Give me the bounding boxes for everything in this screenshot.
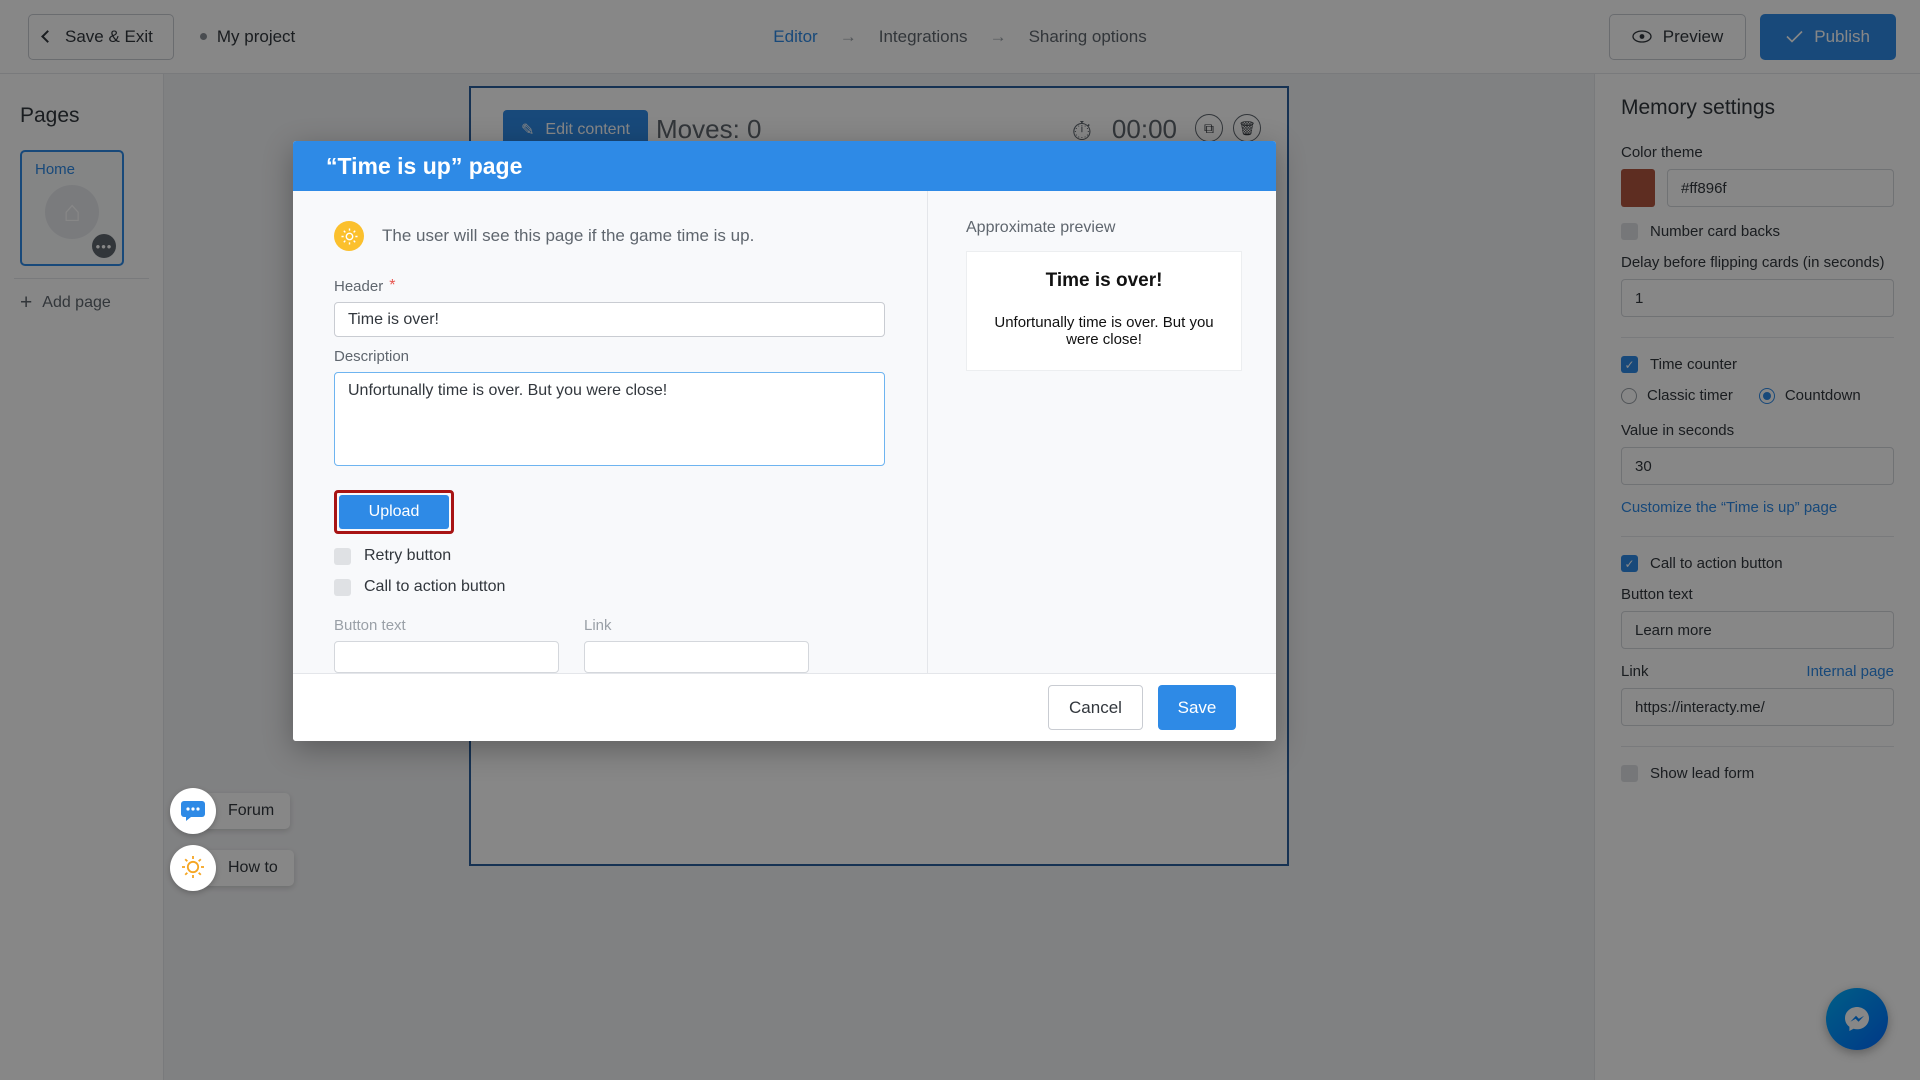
forum-icon (170, 788, 216, 834)
cancel-button[interactable]: Cancel (1048, 685, 1143, 731)
save-button[interactable]: Save (1158, 685, 1236, 731)
header-label-text: Header (334, 277, 384, 295)
button-text-field: Button text (334, 617, 559, 674)
description-textarea[interactable]: Unfortunally time is over. But you were … (334, 372, 885, 467)
modal-title: “Time is up” page (326, 152, 523, 179)
modal-header: “Time is up” page (293, 141, 1276, 192)
upload-button[interactable]: Upload (339, 495, 449, 530)
link-input[interactable] (584, 641, 809, 674)
cta-button-checkbox[interactable] (334, 578, 351, 596)
header-field-label: Header * (334, 277, 881, 295)
modal-form-column: The user will see this page if the game … (293, 191, 927, 674)
upload-highlight-box: Upload (334, 490, 454, 535)
cta-fields-row: Button text Link (334, 617, 881, 674)
description-label-text: Description (334, 348, 410, 366)
link-field: Link (584, 617, 809, 674)
approximate-preview-label: Approximate preview (966, 219, 1116, 237)
header-input[interactable] (334, 302, 885, 338)
time-is-up-modal: “Time is up” page The user will see this… (293, 141, 1276, 741)
hint-row: The user will see this page if the game … (334, 221, 881, 252)
button-text-input[interactable] (334, 641, 559, 674)
retry-button-label: Retry button (364, 547, 452, 565)
retry-button-checkbox[interactable] (334, 547, 351, 565)
button-text-label: Button text (334, 617, 406, 635)
retry-button-row[interactable]: Retry button (334, 547, 881, 565)
link-label: Link (584, 617, 612, 635)
preview-title: Time is over! (1045, 270, 1163, 292)
description-field-label: Description (334, 348, 881, 365)
lightbulb-icon (170, 845, 216, 891)
modal-preview-column: Approximate preview Time is over! Unfort… (927, 191, 1276, 674)
preview-description: Unfortunally time is over. But you were … (994, 314, 1214, 349)
modal-footer: Cancel Save (293, 673, 1276, 741)
cta-button-row[interactable]: Call to action button (334, 578, 881, 596)
modal-body: The user will see this page if the game … (293, 191, 1276, 674)
required-asterisk: * (389, 277, 396, 295)
preview-card: Time is over! Unfortunally time is over.… (966, 251, 1242, 372)
lightbulb-icon (334, 221, 364, 252)
hint-text: The user will see this page if the game … (382, 226, 755, 246)
cta-button-label: Call to action button (364, 578, 506, 596)
